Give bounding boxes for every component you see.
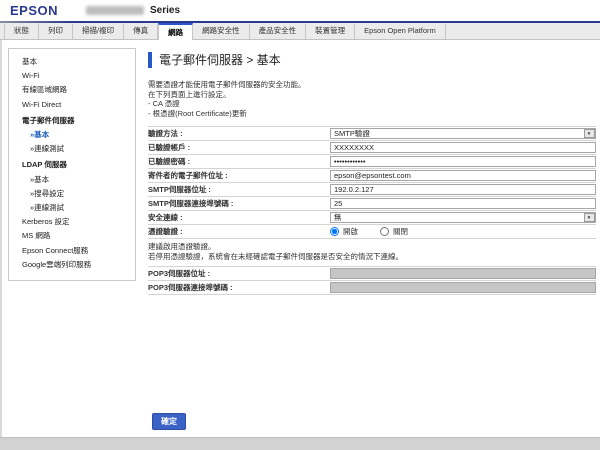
cert-validation-off-label: 關閉 [393,226,408,237]
intro-text: 需要憑證才能使用電子郵件伺服器的安全功能。 在下列頁面上進行設定。 - CA 憑… [148,80,596,118]
tab-device-management[interactable]: 裝置管理 [306,24,355,39]
sidebar-section-email-server: 電子郵件伺服器 [9,114,135,128]
content-area: 基本 Wi-Fi 有線區域網路 Wi-Fi Direct 電子郵件伺服器 »基本… [0,40,600,437]
sidebar-item-google-cloud-print[interactable]: Google雲端列印服務 [9,258,135,272]
smtp-port-label: SMTP伺服器連接埠號碼 : [148,198,330,209]
form-row-auth-method: 驗證方法 : SMTP驗證 ▼ [148,126,596,140]
tab-product-security[interactable]: 產品安全性 [250,24,307,39]
sidebar: 基本 Wi-Fi 有線區域網路 Wi-Fi Direct 電子郵件伺服器 »基本… [8,48,136,281]
footer-bar [0,437,600,450]
note-line: 建議啟用憑證驗證。 [148,242,596,252]
dropdown-arrow-icon[interactable]: ▼ [584,213,595,222]
sidebar-item-ldap-connection-test[interactable]: »連線測試 [9,201,135,215]
auth-method-value: SMTP驗證 [334,128,370,139]
note-line: 若停用憑證驗證，系統會在未經確認電子郵件伺服器是否安全的情況下連線。 [148,252,596,262]
tab-network[interactable]: 網路 [158,23,193,40]
page-title: 電子郵件伺服器 > 基本 [148,52,596,68]
auth-account-input[interactable] [330,142,596,153]
cert-validation-off-radio[interactable] [380,227,389,236]
sidebar-item-ldap-search-settings[interactable]: »搜尋設定 [9,187,135,201]
secure-connection-select[interactable]: 無 ▼ [330,212,596,223]
tab-scan-copy[interactable]: 掃描/複印 [73,24,124,39]
sidebar-item-ms-network[interactable]: MS 網路 [9,229,135,243]
intro-line: - CA 憑證 [148,99,596,109]
model-name-redacted [86,6,144,15]
form-row-auth-password: 已驗證密碼 : [148,154,596,168]
intro-line: - 根憑證(Root Certificate)更新 [148,109,596,119]
sidebar-item-epson-connect[interactable]: Epson Connect服務 [9,244,135,258]
cert-validation-on-radio[interactable] [330,227,339,236]
auth-account-label: 已驗證帳戶 : [148,142,330,153]
form-row-secure-connection: 安全連線 : 無 ▼ [148,210,596,224]
series-label: Series [150,5,180,16]
auth-method-select[interactable]: SMTP驗證 ▼ [330,128,596,139]
pop3-address-input [330,268,596,279]
sender-email-label: 寄件者的電子郵件位址 : [148,170,330,181]
ok-button[interactable]: 確定 [152,413,186,430]
sidebar-item-wifi-direct[interactable]: Wi-Fi Direct [9,98,135,112]
smtp-address-input[interactable] [330,184,596,195]
tab-fax[interactable]: 傳真 [124,24,158,39]
sender-email-input[interactable] [330,170,596,181]
certificate-validation-note: 建議啟用憑證驗證。 若停用憑證驗證，系統會在未經確認電子郵件伺服器是否安全的情況… [148,238,596,265]
intro-line: 需要憑證才能使用電子郵件伺服器的安全功能。 [148,80,596,90]
form-row-sender-email: 寄件者的電子郵件位址 : [148,168,596,182]
dropdown-arrow-icon[interactable]: ▼ [584,129,595,138]
sidebar-item-wifi[interactable]: Wi-Fi [9,69,135,83]
smtp-port-input[interactable] [330,198,596,209]
tab-epson-open-platform[interactable]: Epson Open Platform [355,24,446,39]
tab-network-security[interactable]: 網路安全性 [193,24,250,39]
secure-connection-value: 無 [334,212,342,223]
form-row-smtp-address: SMTP伺服器位址 : [148,182,596,196]
form-row-smtp-port: SMTP伺服器連接埠號碼 : [148,196,596,210]
sidebar-item-email-connection-test[interactable]: »連線測試 [9,142,135,156]
pop3-address-label: POP3伺服器位址 : [148,268,330,279]
sidebar-item-basic[interactable]: 基本 [9,55,135,69]
form-row-certificate-validation: 憑證驗證 : 開啟 關閉 [148,224,596,238]
sidebar-item-kerberos-settings[interactable]: Kerberos 設定 [9,215,135,229]
intro-line: 在下列頁面上進行設定。 [148,90,596,100]
header: EPSON Series [0,0,600,21]
certificate-validation-radios: 開啟 關閉 [330,226,408,237]
sidebar-item-wired-lan[interactable]: 有線區域網路 [9,83,135,97]
left-edge-divider [0,40,2,437]
form-row-pop3-address: POP3伺服器位址 : [148,266,596,280]
secure-connection-label: 安全連線 : [148,212,330,223]
epson-logo: EPSON [10,3,58,18]
main-panel: 電子郵件伺服器 > 基本 需要憑證才能使用電子郵件伺服器的安全功能。 在下列頁面… [148,52,596,295]
pop3-port-input [330,282,596,293]
form-row-pop3-port: POP3伺服器連接埠號碼 : [148,280,596,295]
auth-password-label: 已驗證密碼 : [148,156,330,167]
cert-validation-on-label: 開啟 [343,226,358,237]
email-server-form: 驗證方法 : SMTP驗證 ▼ 已驗證帳戶 : 已驗證密碼 : [148,126,596,294]
pop3-port-label: POP3伺服器連接埠號碼 : [148,282,330,293]
smtp-address-label: SMTP伺服器位址 : [148,184,330,195]
auth-password-input[interactable] [330,156,596,167]
form-row-auth-account: 已驗證帳戶 : [148,140,596,154]
sidebar-section-ldap-server: LDAP 伺服器 [9,158,135,172]
tab-print[interactable]: 列印 [39,24,73,39]
epson-web-config-page: EPSON Series 狀態 列印 掃描/複印 傳真 網路 網路安全性 產品安… [0,0,600,450]
tab-status[interactable]: 狀態 [4,24,39,39]
certificate-validation-label: 憑證驗證 : [148,226,330,237]
tab-bar: 狀態 列印 掃描/複印 傳真 網路 網路安全性 產品安全性 裝置管理 Epson… [0,23,600,40]
auth-method-label: 驗證方法 : [148,128,330,139]
sidebar-item-email-basic[interactable]: »基本 [9,128,135,142]
sidebar-item-ldap-basic[interactable]: »基本 [9,173,135,187]
